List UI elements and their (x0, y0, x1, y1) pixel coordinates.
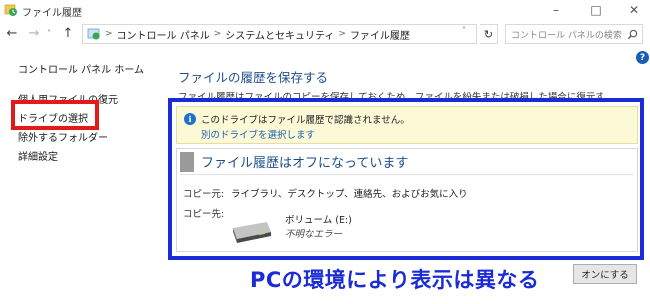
address-bar[interactable]: > コントロール パネル > システムとセキュリティ > ファイル履歴 (82, 24, 477, 44)
refresh-icon[interactable]: ↻ (480, 24, 498, 44)
maximize-button[interactable]: □ (578, 0, 614, 20)
recent-locations-chevron-icon[interactable]: ˅ (44, 25, 54, 41)
sidebar-item-advanced-settings[interactable]: 詳細設定 (18, 148, 58, 163)
title-bar: ファイル履歴 – □ ✕ (0, 0, 650, 22)
search-icon[interactable] (627, 29, 638, 40)
panel-highlight-box (168, 98, 644, 260)
breadcrumb-control-panel[interactable]: コントロール パネル (117, 27, 210, 42)
breadcrumb-separator[interactable]: > (214, 29, 222, 39)
file-history-icon (4, 4, 17, 16)
window-title: ファイル履歴 (22, 8, 82, 19)
sidebar-highlight-box (11, 100, 99, 130)
control-panel-icon (87, 28, 100, 40)
breadcrumb-separator[interactable]: > (338, 29, 346, 39)
search-input[interactable]: コントロール パネルの検索 (505, 24, 643, 44)
navigation-bar: ← → ˅ ↑ > コントロール パネル > システムとセキュリティ > ファイ… (0, 22, 650, 46)
help-icon[interactable]: ? (636, 51, 649, 64)
address-dropdown-chevron-icon[interactable]: ˅ (462, 26, 466, 35)
breadcrumb-file-history[interactable]: ファイル履歴 (350, 27, 410, 42)
back-arrow-icon[interactable]: ← (4, 25, 20, 41)
search-placeholder: コントロール パネルの検索 (511, 30, 622, 41)
page-title: ファイルの履歴を保存する (178, 70, 329, 85)
close-button[interactable]: ✕ (616, 0, 650, 20)
forward-arrow-icon[interactable]: → (26, 25, 42, 41)
annotation-caption: PCの環境により表示は異なる (250, 268, 540, 292)
breadcrumb-separator: > (105, 29, 113, 39)
up-arrow-icon[interactable]: ↑ (60, 25, 76, 41)
sidebar-item-exclude-folders[interactable]: 除外するフォルダー (18, 129, 108, 144)
sidebar-item-control-panel-home[interactable]: コントロール パネル ホーム (18, 61, 144, 76)
breadcrumb-system-security[interactable]: システムとセキュリティ (225, 27, 334, 42)
turn-on-button[interactable]: オンにする (573, 264, 637, 284)
minimize-button[interactable]: – (538, 0, 574, 20)
